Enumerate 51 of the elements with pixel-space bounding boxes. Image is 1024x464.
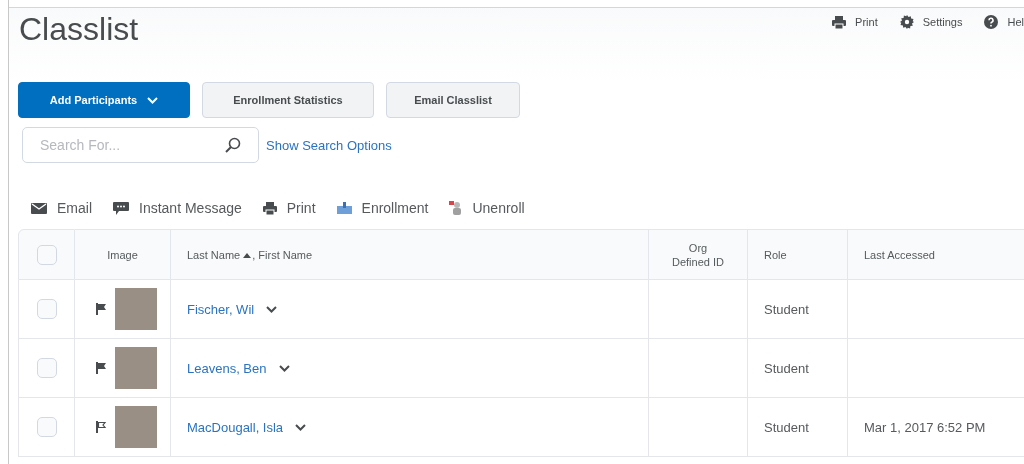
row-checkbox[interactable] (36, 358, 57, 378)
sort-header-link[interactable]: , First Name (252, 248, 313, 261)
printer-icon (262, 201, 277, 215)
sort-header-link[interactable]: Last Name (187, 248, 241, 261)
user-name-link[interactable]: Leavens, Ben (187, 360, 267, 376)
user-name-link[interactable]: MacDougall, Isla (187, 419, 284, 435)
settings-link[interactable]: Settings (899, 15, 963, 29)
action-button[interactable]: Email Classlist (386, 82, 520, 118)
column-header: Role (764, 248, 787, 261)
chevron-down-icon[interactable] (295, 423, 307, 431)
row-checkbox[interactable] (36, 417, 57, 437)
select-all-checkbox[interactable] (36, 244, 57, 265)
column-header: Image (107, 248, 138, 261)
action-button[interactable]: Enrollment Statistics (202, 82, 374, 118)
flag-outline-icon[interactable] (96, 421, 107, 433)
printer-icon (832, 15, 847, 29)
enrollment-action[interactable]: Enrollment (336, 200, 429, 216)
flag-icon[interactable] (96, 303, 107, 315)
chat-bubble-icon (113, 201, 129, 215)
search-field[interactable]: Search For... (22, 127, 259, 163)
user-name-link[interactable]: Fischer, Wil (187, 301, 255, 317)
print-action[interactable]: Print (262, 200, 316, 216)
print-link[interactable]: Print (832, 15, 878, 29)
column-header: Last Accessed (864, 248, 935, 261)
flag-icon[interactable] (96, 362, 107, 374)
add-button[interactable]: Add Participants (18, 82, 190, 118)
envelope-icon (31, 202, 47, 214)
role-text: Student (764, 419, 809, 435)
column-header: Org Defined ID (671, 240, 725, 269)
message-action[interactable]: Instant Message (113, 200, 242, 216)
gear-icon (899, 15, 914, 29)
unenroll-icon (449, 201, 463, 215)
email-action[interactable]: Email (31, 200, 92, 216)
chevron-down-icon[interactable] (266, 305, 278, 313)
search-options-link[interactable]: Show Search Options (266, 137, 392, 153)
page-title: Classlist (19, 11, 139, 48)
enrollment-icon (336, 202, 352, 214)
row-checkbox[interactable] (36, 299, 57, 319)
search-icon (225, 137, 241, 153)
chevron-down-icon[interactable] (278, 364, 290, 372)
help-link[interactable]: Hel (984, 15, 1024, 29)
photo-placeholder (115, 347, 157, 389)
role-text: Student (764, 301, 809, 317)
role-text: Student (764, 360, 809, 376)
sort-up-icon (243, 252, 252, 258)
help-icon (984, 15, 999, 29)
last-accessed-text: Mar 1, 2017 6:52 PM (864, 419, 986, 435)
unenroll-action[interactable]: Unenroll (449, 200, 525, 216)
photo-placeholder (115, 406, 157, 448)
photo-placeholder (115, 288, 157, 330)
chevron-down-icon (147, 96, 159, 104)
